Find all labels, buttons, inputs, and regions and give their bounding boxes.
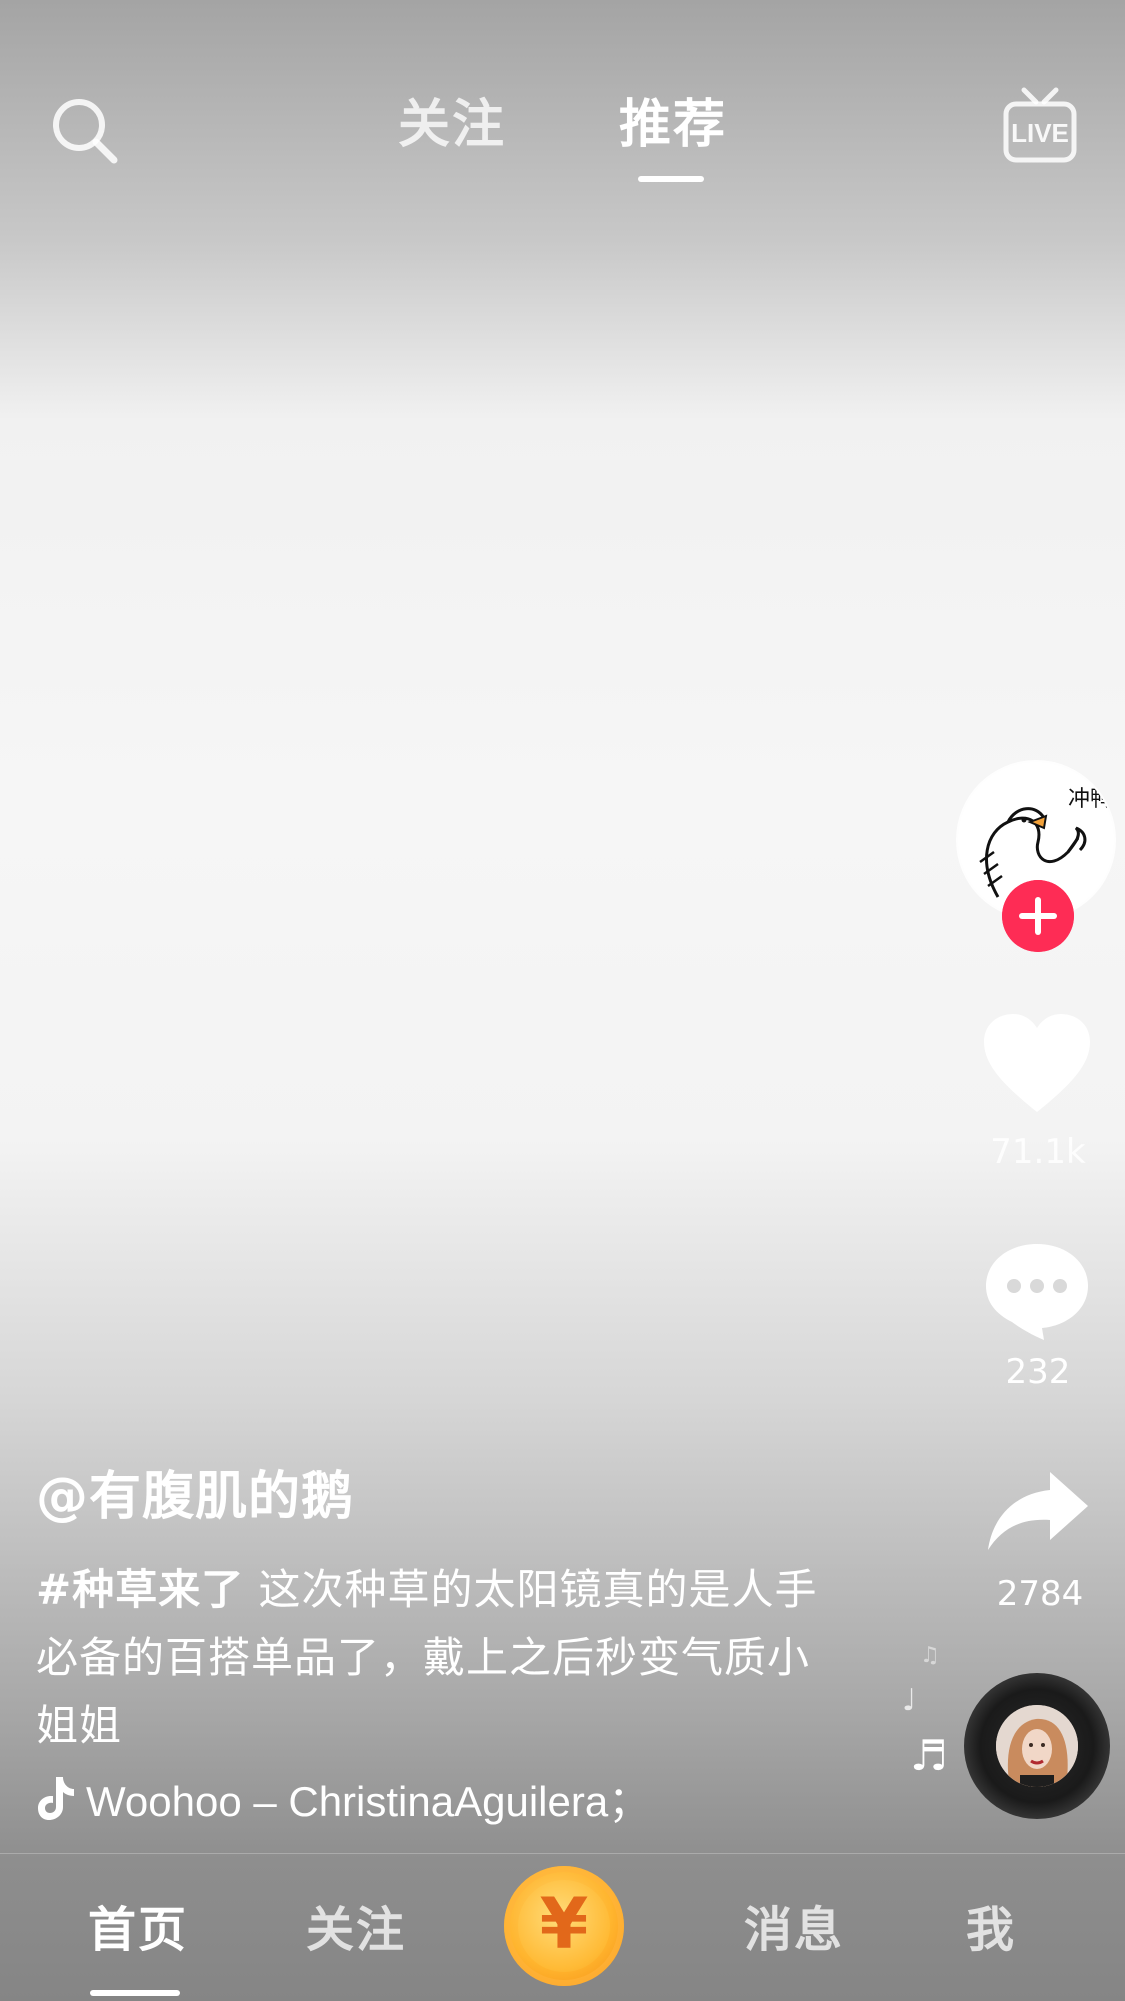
tab-recommend[interactable]: 推荐 <box>619 92 727 158</box>
svg-text:♩: ♩ <box>902 1683 916 1718</box>
svg-text:♫: ♫ <box>920 1643 940 1668</box>
hashtag-link[interactable]: #种草来了 <box>36 1565 244 1614</box>
creator-handle[interactable]: @有腹肌的鹅 <box>36 1465 354 1529</box>
tab-follow[interactable]: 关注 <box>398 92 506 158</box>
video-feed-screen[interactable]: 关注 推荐 LIVE 冲鸭 71.1k 232 2784 ♫ ♩ ♬ @有腹肌的… <box>0 0 1125 2001</box>
bottom-nav-divider <box>0 1853 1125 1854</box>
share-count: 2784 <box>996 1574 1084 1614</box>
like-count: 71.1k <box>990 1132 1086 1172</box>
nav-active-indicator <box>90 1990 180 1996</box>
yuan-icon: ¥ <box>539 1883 589 1965</box>
svg-text:♬: ♬ <box>910 1731 948 1780</box>
follow-plus-button[interactable] <box>1002 880 1074 952</box>
nav-me[interactable]: 我 <box>966 1898 1016 1962</box>
active-tab-indicator <box>638 176 704 182</box>
live-label: LIVE <box>1011 118 1069 148</box>
music-notes-icon: ♫ ♩ ♬ <box>902 1643 948 1780</box>
search-icon[interactable] <box>48 94 122 168</box>
share-icon[interactable] <box>986 1470 1090 1554</box>
video-description: #种草来了 这次种草的太阳镜真的是人手必备的百搭单品了，戴上之后秒变气质小姐姐 <box>36 1556 826 1760</box>
coin-reward-button[interactable]: ¥ <box>504 1866 624 1986</box>
music-title: Woohoo – ChristinaAguilera； <box>86 1777 651 1825</box>
nav-home[interactable]: 首页 <box>88 1898 188 1962</box>
tiktok-note-icon <box>38 1777 74 1820</box>
avatar-caption: 冲鸭 <box>1068 787 1112 812</box>
comment-count: 232 <box>1005 1352 1071 1392</box>
comment-icon[interactable] <box>984 1240 1090 1342</box>
music-info[interactable]: Woohoo – ChristinaAguilera； <box>36 1770 650 1826</box>
music-cover-image <box>996 1705 1078 1787</box>
nav-follow[interactable]: 关注 <box>306 1898 406 1962</box>
live-tv-icon[interactable]: LIVE <box>1002 86 1078 168</box>
heart-icon[interactable] <box>982 1012 1092 1116</box>
nav-messages[interactable]: 消息 <box>744 1898 844 1962</box>
